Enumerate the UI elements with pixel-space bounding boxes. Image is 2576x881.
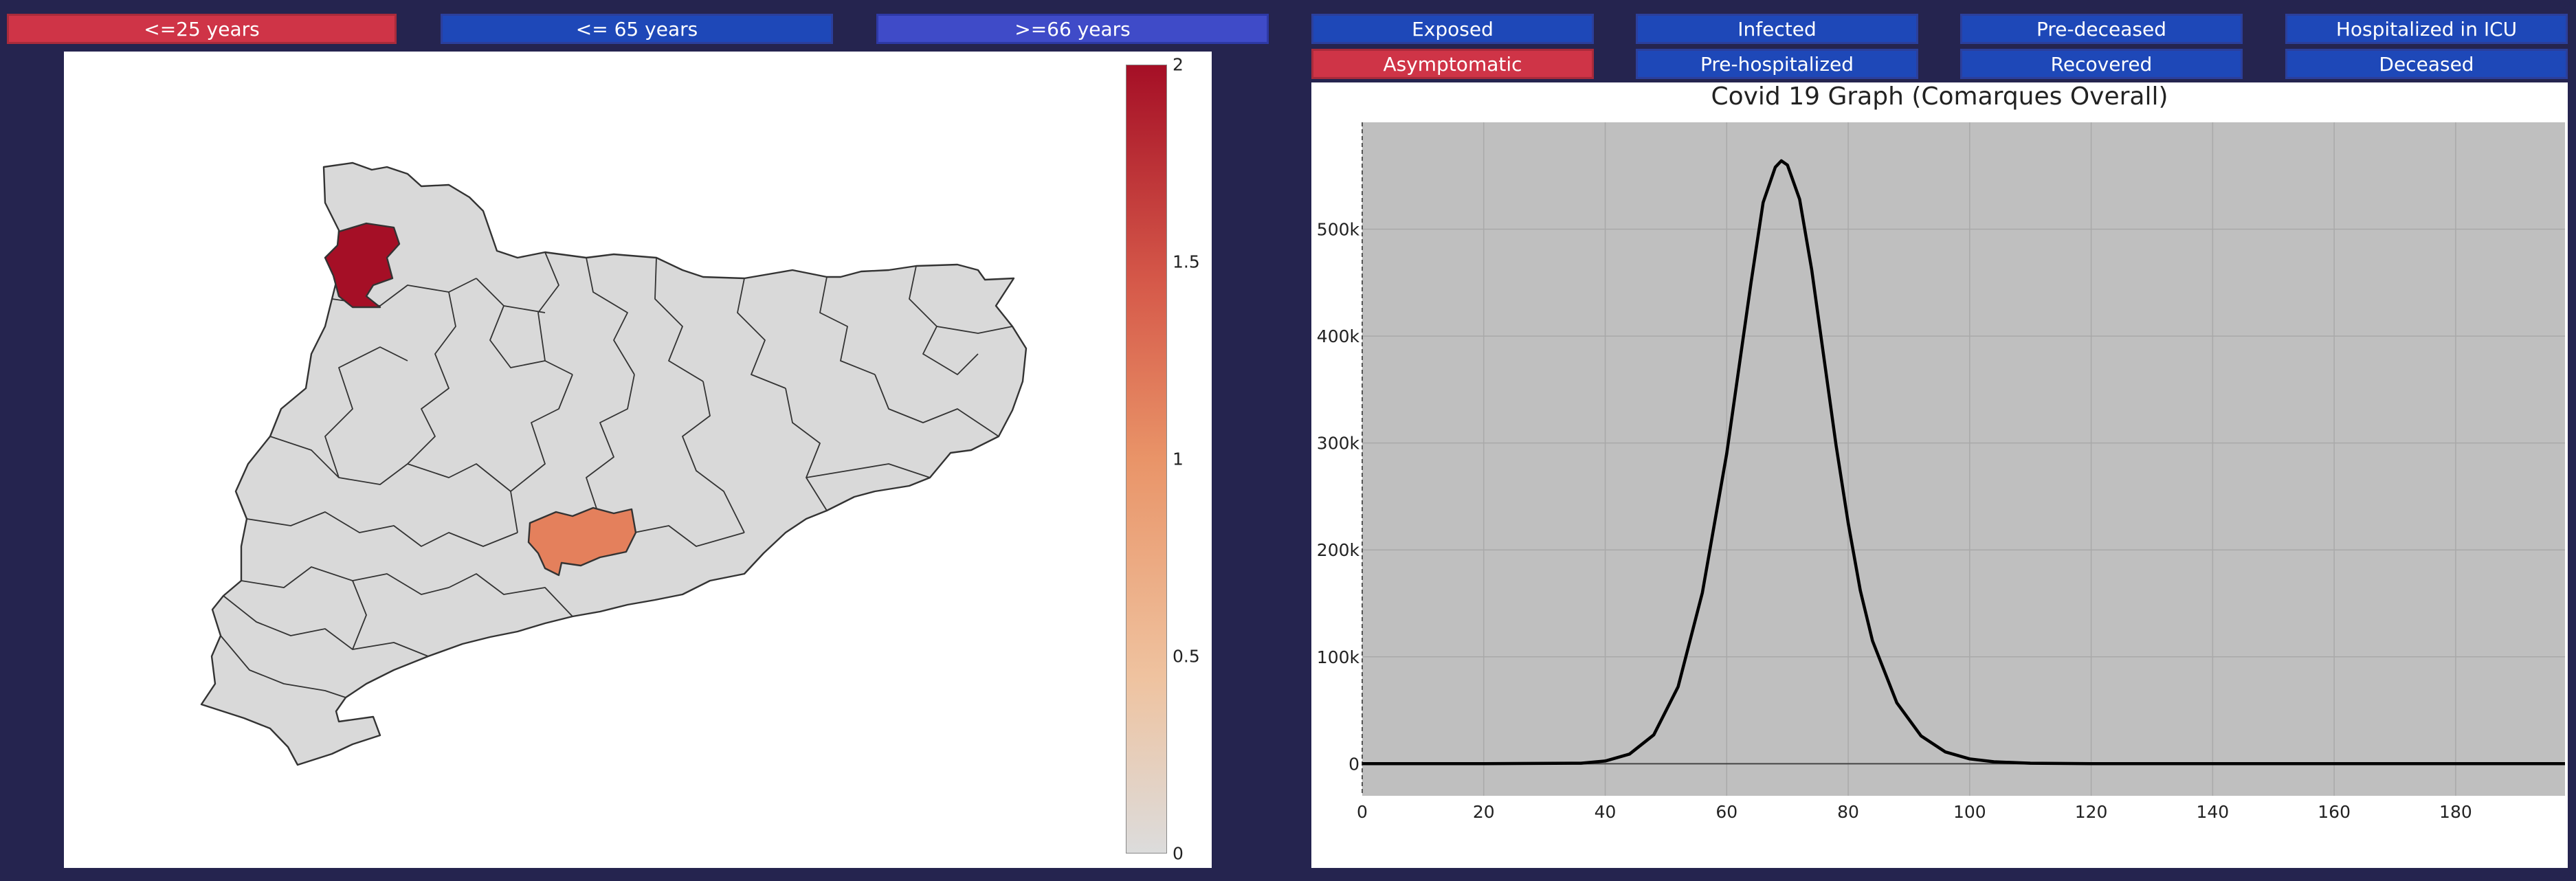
x-tick-label: 40 xyxy=(1595,802,1617,822)
x-tick-label: 100 xyxy=(1953,802,1986,822)
compartment-infected-button[interactable]: Infected xyxy=(1636,14,1918,44)
colorbar-tick-label: 1 xyxy=(1173,449,1184,469)
compartment-hospitalized-icu-button[interactable]: Hospitalized in ICU xyxy=(2285,14,2568,44)
y-tick-label: 0 xyxy=(1348,754,1359,774)
x-tick-label: 20 xyxy=(1473,802,1495,822)
compartment-deceased-button[interactable]: Deceased xyxy=(2285,49,2568,79)
age-filter-under-65-button[interactable]: <= 65 years xyxy=(441,14,833,44)
y-tick-label: 200k xyxy=(1317,540,1360,560)
y-tick-label: 500k xyxy=(1317,220,1360,240)
x-tick-label: 120 xyxy=(2075,802,2108,822)
catalonia-comarques-map[interactable] xyxy=(64,52,1095,868)
x-tick-label: 80 xyxy=(1837,802,1859,822)
compartment-pre-hospitalized-button[interactable]: Pre-hospitalized xyxy=(1636,49,1918,79)
line-chart-panel[interactable]: Covid 19 Graph (Comarques Overall) 0 20 40… xyxy=(1311,82,2568,868)
y-tick-label: 300k xyxy=(1317,434,1360,454)
compartment-exposed-button[interactable]: Exposed xyxy=(1311,14,1594,44)
covid-line-chart[interactable]: 0 20 40 60 80 100 120 140 160 180 0 100k 200k 300k 400… xyxy=(1311,82,2568,868)
x-tick-label: 0 xyxy=(1357,802,1368,822)
colorbar-tick-label: 0.5 xyxy=(1173,646,1200,667)
x-tick-label: 60 xyxy=(1716,802,1737,822)
y-tick-label: 100k xyxy=(1317,647,1360,667)
y-tick-label: 400k xyxy=(1317,326,1360,346)
compartment-pre-deceased-button[interactable]: Pre-deceased xyxy=(1960,14,2243,44)
age-filter-under-25-button[interactable]: <=25 years xyxy=(7,14,397,44)
colorbar xyxy=(1126,65,1167,854)
x-tick-label: 180 xyxy=(2439,802,2472,822)
x-tick-label: 140 xyxy=(2197,802,2230,822)
colorbar-tick-label: 1.5 xyxy=(1173,252,1200,272)
compartment-asymptomatic-button[interactable]: Asymptomatic xyxy=(1311,49,1594,79)
x-tick-label: 160 xyxy=(2318,802,2351,822)
colorbar-tick-label: 2 xyxy=(1173,54,1184,75)
choropleth-map-panel[interactable]: 2 1.5 1 0.5 0 xyxy=(64,52,1212,868)
plot-area[interactable] xyxy=(1362,122,2565,796)
colorbar-tick-label: 0 xyxy=(1173,843,1184,864)
compartment-recovered-button[interactable]: Recovered xyxy=(1960,49,2243,79)
age-filter-over-66-button[interactable]: >=66 years xyxy=(876,14,1269,44)
